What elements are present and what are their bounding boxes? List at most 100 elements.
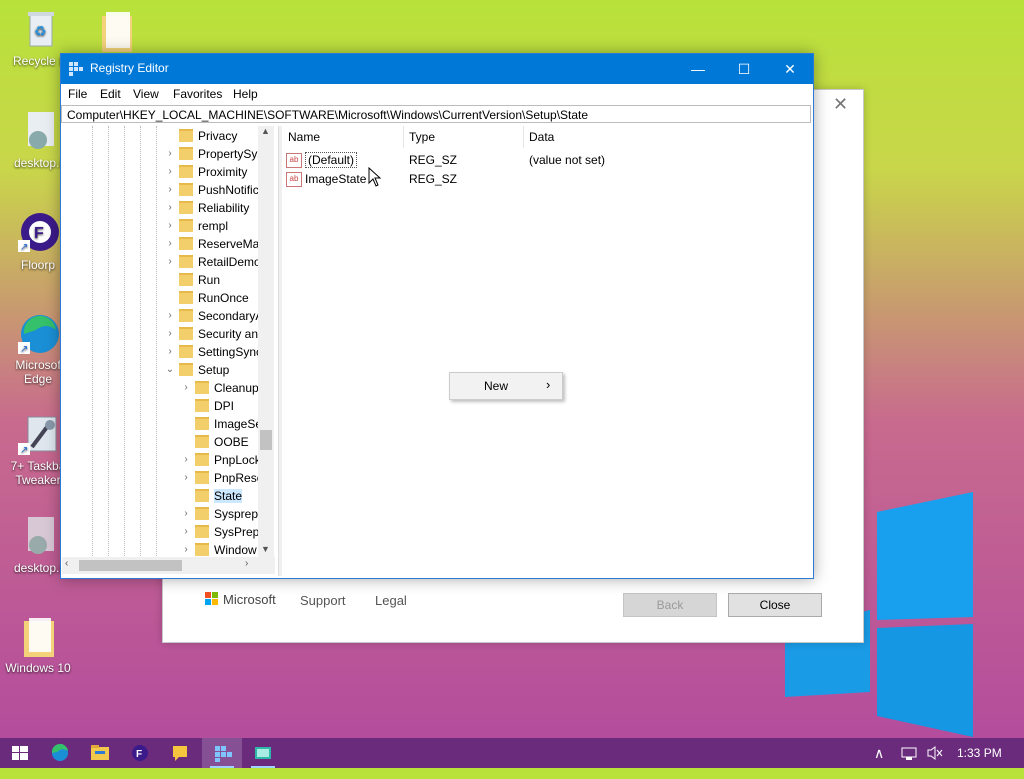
- tree-item[interactable]: ⌄ Setup: [165, 361, 230, 379]
- network-icon[interactable]: [900, 738, 918, 768]
- registry-editor-icon: [69, 62, 83, 76]
- title-bar[interactable]: Registry Editor — ☐ ✕: [61, 54, 813, 84]
- chevron-right-icon[interactable]: ›: [165, 217, 175, 235]
- folder-icon: [179, 165, 193, 179]
- chevron-right-icon[interactable]: ›: [181, 379, 191, 397]
- scroll-thumb[interactable]: [260, 430, 272, 450]
- taskbar-edge[interactable]: [40, 738, 80, 768]
- close-icon[interactable]: ✕: [833, 94, 848, 115]
- menu-edit[interactable]: Edit: [100, 87, 121, 101]
- tree-item[interactable]: › SysPrepl: [181, 523, 262, 541]
- back-button[interactable]: Back: [623, 593, 717, 617]
- tree-horizontal-scrollbar[interactable]: ‹ ›: [62, 557, 275, 574]
- chevron-right-icon[interactable]: ›: [165, 343, 175, 361]
- close-button[interactable]: ✕: [767, 54, 813, 84]
- scroll-down-arrow-icon[interactable]: ▼: [261, 544, 270, 554]
- tree-item-label: PnpResc: [214, 471, 263, 485]
- clock[interactable]: 1:33 PM: [957, 738, 1002, 768]
- floorp-icon: F ↗: [16, 212, 60, 256]
- start-button[interactable]: [0, 738, 40, 768]
- chevron-right-icon[interactable]: ›: [165, 145, 175, 163]
- legal-link[interactable]: Legal: [375, 593, 407, 608]
- chevron-right-icon[interactable]: ›: [181, 523, 191, 541]
- taskbar-feedback[interactable]: [160, 738, 200, 768]
- tree-item[interactable]: › Cleanup: [181, 379, 258, 397]
- taskbar-file-explorer[interactable]: [80, 738, 120, 768]
- scroll-thumb[interactable]: [79, 560, 182, 571]
- show-hidden-icons-chevron-icon[interactable]: ∧: [874, 738, 884, 768]
- tree-item[interactable]: › ReserveMar: [165, 235, 263, 253]
- maximize-button[interactable]: ☐: [721, 54, 767, 84]
- tree-item[interactable]: State: [181, 487, 243, 505]
- tree-vertical-scrollbar[interactable]: ▲ ▼: [258, 126, 274, 558]
- close-button[interactable]: Close: [728, 593, 822, 617]
- tree-item[interactable]: OOBE: [181, 433, 249, 451]
- scroll-up-arrow-icon[interactable]: ▲: [261, 126, 270, 136]
- tree-item[interactable]: Run: [165, 271, 220, 289]
- chevron-right-icon[interactable]: ›: [181, 469, 191, 487]
- column-header-data[interactable]: Data: [524, 126, 809, 148]
- volume-muted-icon[interactable]: [926, 738, 944, 768]
- chevron-right-icon[interactable]: ›: [165, 181, 175, 199]
- folder-icon: [179, 273, 193, 287]
- address-bar[interactable]: Computer\HKEY_LOCAL_MACHINE\SOFTWARE\Mic…: [61, 105, 811, 123]
- menu-file[interactable]: File: [68, 87, 87, 101]
- minimize-button[interactable]: —: [675, 54, 721, 84]
- submenu-arrow-icon: ›: [546, 377, 551, 392]
- chevron-right-icon[interactable]: ›: [165, 163, 175, 181]
- tree-item[interactable]: ImageSe: [181, 415, 262, 433]
- tree-item[interactable]: RunOnce: [165, 289, 249, 307]
- column-header-type[interactable]: Type: [404, 126, 524, 148]
- chevron-right-icon[interactable]: ›: [165, 235, 175, 253]
- chevron-right-icon[interactable]: ›: [165, 253, 175, 271]
- taskbar-app[interactable]: [243, 738, 283, 768]
- tree-item[interactable]: › PnpResc: [181, 469, 263, 487]
- tree-item[interactable]: › SecondaryA: [165, 307, 263, 325]
- tree-item[interactable]: › Reliability: [165, 199, 249, 217]
- tree-item-label: Proximity: [198, 165, 248, 179]
- tree-item[interactable]: › Security an: [165, 325, 258, 343]
- tree-item[interactable]: › SettingSync: [165, 343, 262, 361]
- folder-icon: [195, 435, 209, 449]
- tree-item[interactable]: › PropertySys: [165, 145, 263, 163]
- tree-item-label: PnpLock: [214, 453, 261, 467]
- chevron-right-icon[interactable]: ›: [165, 307, 175, 325]
- values-list: Name Type Data ab (Default) REG_SZ (value…: [282, 126, 810, 576]
- column-header-name[interactable]: Name: [282, 126, 404, 148]
- tree-guide-line: [108, 126, 109, 558]
- taskbar-floorp[interactable]: F: [120, 738, 160, 768]
- tree-item[interactable]: › rempl: [165, 217, 228, 235]
- tree-guide-line: [156, 126, 157, 558]
- menu-view[interactable]: View: [133, 87, 159, 101]
- chevron-right-icon[interactable]: ›: [181, 451, 191, 469]
- tree-item[interactable]: Privacy: [165, 127, 237, 145]
- value-name: (Default): [305, 152, 358, 168]
- chevron-right-icon[interactable]: ›: [165, 199, 175, 217]
- tree-item[interactable]: › PushNotific: [165, 181, 259, 199]
- chevron-down-icon[interactable]: ⌄: [165, 361, 175, 379]
- tree-item[interactable]: › Sysprep: [181, 505, 258, 523]
- value-type: REG_SZ: [409, 153, 458, 167]
- chevron-right-icon[interactable]: ›: [181, 505, 191, 523]
- desktop-icon-folder[interactable]: [78, 8, 154, 54]
- scroll-right-arrow-icon[interactable]: ›: [245, 558, 248, 569]
- tree-item[interactable]: › Proximity: [165, 163, 247, 181]
- value-row[interactable]: ab ImageState REG_SZ: [286, 170, 806, 189]
- context-menu-item-new[interactable]: New ›: [450, 373, 562, 399]
- tree-item[interactable]: › PnpLock: [181, 451, 261, 469]
- taskbar-registry-editor[interactable]: [202, 738, 242, 768]
- tree-item[interactable]: DPI: [181, 397, 234, 415]
- menu-favorites[interactable]: Favorites: [173, 87, 222, 101]
- tree-item[interactable]: › RetailDemo: [165, 253, 260, 271]
- registry-tree[interactable]: Privacy › PropertySys › Proximity › PushNotifi…: [62, 126, 277, 576]
- support-link[interactable]: Support: [300, 593, 346, 608]
- dialog-footer: Microsoft Support Legal Back Close: [203, 590, 843, 620]
- tree-item-label: ImageSe: [214, 417, 263, 431]
- chevron-right-icon[interactable]: ›: [165, 325, 175, 343]
- folder-icon: [195, 453, 209, 467]
- scroll-left-arrow-icon[interactable]: ‹: [65, 558, 68, 569]
- desktop-icon-windows-10[interactable]: Windows 10: [0, 615, 76, 675]
- menu-help[interactable]: Help: [233, 87, 258, 101]
- value-row[interactable]: ab (Default) REG_SZ (value not set): [286, 151, 806, 170]
- tree-item-label: PushNotific: [198, 183, 259, 197]
